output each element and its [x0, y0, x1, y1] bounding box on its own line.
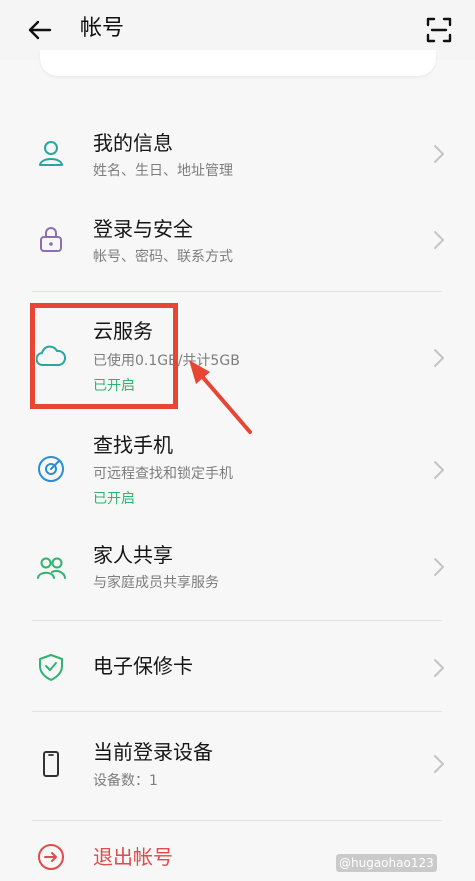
- page-title: 帐号: [80, 16, 125, 41]
- logout-icon[interactable]: [37, 843, 65, 871]
- list-item-family-sharing[interactable]: 家人共享 与家庭成员共享服务: [0, 542, 475, 602]
- list-item-title: 我的信息: [93, 131, 173, 155]
- shield-icon: [39, 654, 63, 681]
- person-icon: [39, 141, 63, 166]
- divider: [32, 820, 442, 821]
- list-item-title: 查找手机: [93, 433, 173, 457]
- scan-icon[interactable]: [424, 15, 454, 45]
- status-badge: 已开启: [93, 491, 135, 507]
- lock-icon: [40, 227, 62, 252]
- divider: [32, 711, 442, 712]
- list-item-my-info[interactable]: 我的信息 姓名、生日、地址管理: [0, 128, 475, 188]
- chevron-right-icon: [434, 558, 444, 576]
- annotation-arrow: [189, 360, 252, 434]
- list-item-login-security[interactable]: 登录与安全 帐号、密码、联系方式: [0, 214, 475, 274]
- list-item-find-phone[interactable]: 查找手机 可远程查找和锁定手机 已开启: [0, 430, 475, 514]
- chevron-right-icon: [434, 349, 444, 367]
- logout-button[interactable]: 退出帐号: [93, 844, 173, 870]
- divider: [32, 620, 442, 621]
- family-icon: [37, 557, 66, 579]
- chevron-right-icon: [434, 755, 444, 773]
- watermark: @hugaohao123: [336, 854, 437, 872]
- list-item-subtitle: 帐号、密码、联系方式: [93, 249, 233, 265]
- chevron-right-icon: [434, 231, 444, 249]
- list-item-title: 电子保修卡: [93, 654, 193, 678]
- list-item-title: 登录与安全: [93, 217, 193, 241]
- list-item-warranty-card[interactable]: 电子保修卡: [0, 645, 475, 691]
- list-item-title: 家人共享: [93, 543, 173, 567]
- chevron-right-icon: [434, 461, 444, 479]
- phone-icon: [43, 751, 59, 777]
- chevron-right-icon: [434, 145, 444, 163]
- back-arrow-icon[interactable]: [24, 14, 56, 46]
- list-item-logged-in-devices[interactable]: 当前登录设备 设备数：1: [0, 737, 475, 797]
- list-item-subtitle: 可远程查找和锁定手机: [93, 466, 233, 482]
- list-item-subtitle: 与家庭成员共享服务: [93, 575, 219, 591]
- list-item-title: 当前登录设备: [93, 740, 213, 764]
- highlight-box: [30, 303, 178, 409]
- profile-card-bottom: [40, 50, 436, 76]
- list-item-subtitle: 设备数：1: [93, 773, 158, 789]
- divider: [32, 291, 442, 292]
- find-phone-icon: [38, 456, 64, 482]
- chevron-right-icon: [434, 659, 444, 677]
- list-item-subtitle: 姓名、生日、地址管理: [93, 163, 233, 179]
